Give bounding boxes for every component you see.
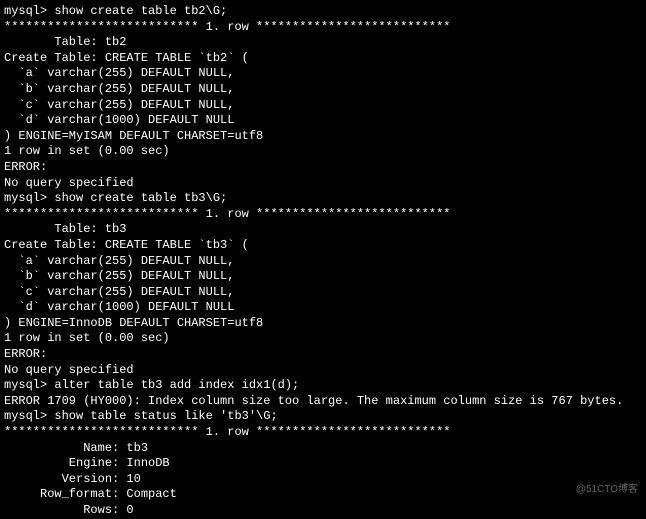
output-line: Name: tb3 bbox=[4, 441, 642, 457]
output-line: `c` varchar(255) DEFAULT NULL, bbox=[4, 98, 642, 114]
output-line: Rows: 0 bbox=[4, 503, 642, 519]
output-line: mysql> show create table tb2\G; bbox=[4, 4, 642, 20]
output-line: Table: tb2 bbox=[4, 35, 642, 51]
output-line: `b` varchar(255) DEFAULT NULL, bbox=[4, 269, 642, 285]
output-line: Row_format: Compact bbox=[4, 487, 642, 503]
output-line: No query specified bbox=[4, 176, 642, 192]
output-line: ) ENGINE=MyISAM DEFAULT CHARSET=utf8 bbox=[4, 129, 642, 145]
output-line: ) ENGINE=InnoDB DEFAULT CHARSET=utf8 bbox=[4, 316, 642, 332]
output-line: `a` varchar(255) DEFAULT NULL, bbox=[4, 66, 642, 82]
terminal-output: mysql> show create table tb2\G; ********… bbox=[4, 4, 642, 519]
output-line: No query specified bbox=[4, 363, 642, 379]
output-line: 1 row in set (0.00 sec) bbox=[4, 331, 642, 347]
output-line: mysql> alter table tb3 add index idx1(d)… bbox=[4, 378, 642, 394]
output-line: `c` varchar(255) DEFAULT NULL, bbox=[4, 285, 642, 301]
output-line: Create Table: CREATE TABLE `tb2` ( bbox=[4, 51, 642, 67]
output-line: mysql> show table status like 'tb3'\G; bbox=[4, 409, 642, 425]
watermark: @51CTO博客 bbox=[576, 483, 638, 496]
output-line: Table: tb3 bbox=[4, 222, 642, 238]
output-line: `b` varchar(255) DEFAULT NULL, bbox=[4, 82, 642, 98]
output-line: `a` varchar(255) DEFAULT NULL, bbox=[4, 254, 642, 270]
output-line: *************************** 1. row *****… bbox=[4, 207, 642, 223]
output-line: ERROR 1709 (HY000): Index column size to… bbox=[4, 394, 642, 410]
output-line: 1 row in set (0.00 sec) bbox=[4, 144, 642, 160]
output-line: *************************** 1. row *****… bbox=[4, 425, 642, 441]
output-line: `d` varchar(1000) DEFAULT NULL bbox=[4, 300, 642, 316]
output-line: `d` varchar(1000) DEFAULT NULL bbox=[4, 113, 642, 129]
output-line: Engine: InnoDB bbox=[4, 456, 642, 472]
output-line: ERROR: bbox=[4, 347, 642, 363]
output-line: mysql> show create table tb3\G; bbox=[4, 191, 642, 207]
output-line: *************************** 1. row *****… bbox=[4, 20, 642, 36]
output-line: Create Table: CREATE TABLE `tb3` ( bbox=[4, 238, 642, 254]
output-line: ERROR: bbox=[4, 160, 642, 176]
output-line: Version: 10 bbox=[4, 472, 642, 488]
